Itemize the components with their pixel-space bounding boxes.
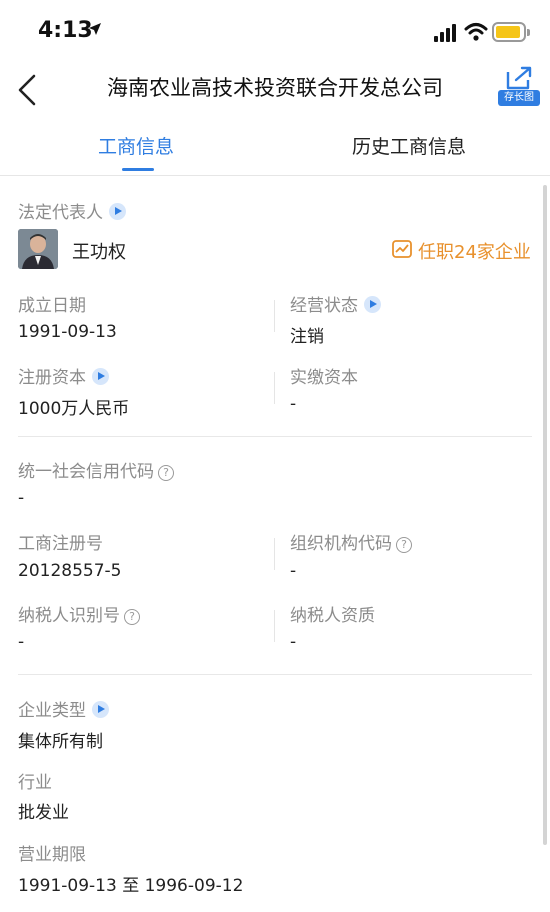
industry-label: 行业	[18, 773, 52, 793]
cellular-signal-icon	[434, 24, 456, 42]
chevron-left-icon[interactable]	[12, 70, 46, 110]
avatar[interactable]	[18, 229, 58, 269]
wifi-icon	[464, 23, 488, 41]
play-info-icon[interactable]	[92, 368, 109, 385]
status-time: 4:13	[38, 18, 93, 43]
status-label: 经营状态	[290, 291, 381, 316]
share-label: 存长图	[498, 90, 540, 106]
section-divider	[18, 436, 532, 437]
established-value: 1991-09-13	[18, 322, 117, 342]
term-value: 1991-09-13 至 1996-09-12	[18, 876, 244, 896]
column-divider	[274, 372, 275, 404]
page-title: 海南农业高技术投资联合开发总公司	[107, 76, 443, 100]
paid-capital-value: -	[290, 394, 297, 414]
tab-bar: 工商信息 历史工商信息	[0, 118, 550, 176]
share-long-image-button[interactable]: 存长图	[498, 66, 540, 110]
reg-no-value: 20128557-5	[18, 561, 122, 581]
taxpayer-id-value: -	[18, 632, 25, 652]
question-circle-icon[interactable]: ?	[396, 537, 412, 553]
taxpayer-qual-label: 纳税人资质	[290, 606, 375, 626]
status-value: 注销	[290, 327, 324, 347]
play-info-icon[interactable]	[92, 701, 109, 718]
column-divider	[274, 610, 275, 642]
paid-capital-label: 实缴资本	[290, 368, 358, 388]
credit-code-label: 统一社会信用代码?	[18, 457, 174, 482]
industry-value: 批发业	[18, 803, 69, 823]
trend-chart-icon	[392, 240, 412, 258]
jobs-link[interactable]: 任职24家企业	[418, 238, 531, 264]
taxpayer-id-label: 纳税人识别号?	[18, 601, 140, 626]
battery-icon	[492, 22, 530, 42]
legal-rep-name[interactable]: 王功权	[72, 238, 126, 264]
column-divider	[274, 300, 275, 332]
play-info-icon[interactable]	[364, 296, 381, 313]
taxpayer-qual-value: -	[290, 632, 297, 652]
location-arrow-icon	[89, 23, 101, 35]
question-circle-icon[interactable]: ?	[124, 609, 140, 625]
reg-no-label: 工商注册号	[18, 534, 103, 554]
play-info-icon[interactable]	[109, 203, 126, 220]
question-circle-icon[interactable]: ?	[158, 465, 174, 481]
org-code-value: -	[290, 561, 297, 581]
column-divider	[274, 538, 275, 570]
term-label: 营业期限	[18, 845, 86, 865]
established-label: 成立日期	[18, 296, 86, 316]
tab-active-indicator	[122, 168, 154, 171]
tab-history-business-info[interactable]: 历史工商信息	[352, 132, 466, 159]
scrollbar[interactable]	[543, 185, 547, 845]
legal-rep-label: 法定代表人	[18, 198, 126, 223]
org-code-label: 组织机构代码?	[290, 529, 412, 554]
reg-capital-label: 注册资本	[18, 363, 109, 388]
section-divider	[18, 674, 532, 675]
company-type-value: 集体所有制	[18, 732, 103, 752]
nav-bar: 海南农业高技术投资联合开发总公司 存长图	[0, 62, 550, 116]
reg-capital-value: 1000万人民币	[18, 399, 130, 419]
tab-business-info[interactable]: 工商信息	[98, 132, 174, 159]
company-type-label: 企业类型	[18, 696, 109, 721]
credit-code-value: -	[18, 488, 25, 508]
status-bar: 4:13	[0, 0, 550, 62]
